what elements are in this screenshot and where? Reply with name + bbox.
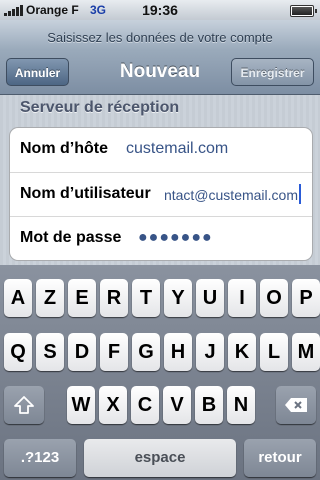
return-key[interactable]: retour (244, 439, 316, 477)
username-field[interactable]: contact@custemail.com (165, 187, 298, 203)
navigation-bar: Saisissez les données de votre compte An… (0, 20, 320, 95)
section-header: Serveur de réception (20, 99, 180, 116)
key-o[interactable]: O (260, 279, 288, 317)
numbers-key[interactable]: .?123 (4, 439, 76, 477)
username-label: Nom d’utilisateur (20, 185, 151, 202)
keyboard: AZERTYUIOP QSDFGHJKLM WXCVBN .?123 espac… (0, 265, 320, 480)
key-z[interactable]: Z (36, 279, 64, 317)
key-k[interactable]: K (228, 333, 256, 371)
delete-icon (285, 398, 307, 413)
key-p[interactable]: P (292, 279, 320, 317)
key-g[interactable]: G (132, 333, 160, 371)
shift-icon (14, 396, 34, 414)
battery-icon (290, 5, 317, 17)
key-q[interactable]: Q (4, 333, 32, 371)
password-label: Mot de passe (20, 229, 122, 246)
password-field[interactable]: ●●●●●●● (138, 229, 258, 247)
key-c[interactable]: C (131, 386, 159, 424)
key-w[interactable]: W (67, 386, 95, 424)
key-v[interactable]: V (163, 386, 191, 424)
key-t[interactable]: T (132, 279, 160, 317)
key-r[interactable]: R (100, 279, 128, 317)
hostname-row[interactable]: Nom d’hôte custemail.com (10, 128, 312, 172)
text-cursor (299, 184, 301, 204)
key-d[interactable]: D (68, 333, 96, 371)
password-row[interactable]: Mot de passe ●●●●●●● (10, 216, 312, 260)
key-h[interactable]: H (164, 333, 192, 371)
clock: 19:36 (142, 2, 178, 18)
hostname-field[interactable]: custemail.com (126, 140, 306, 158)
hostname-label: Nom d’hôte (20, 140, 108, 157)
key-n[interactable]: N (227, 386, 255, 424)
key-u[interactable]: U (196, 279, 224, 317)
space-key[interactable]: espace (84, 439, 236, 477)
key-y[interactable]: Y (164, 279, 192, 317)
delete-key[interactable] (276, 386, 316, 424)
username-value: contact@custemail.com (165, 187, 298, 203)
key-l[interactable]: L (260, 333, 288, 371)
key-f[interactable]: F (100, 333, 128, 371)
form-area: Serveur de réception Nom d’hôte custemai… (0, 95, 320, 265)
key-x[interactable]: X (99, 386, 127, 424)
key-i[interactable]: I (228, 279, 256, 317)
key-s[interactable]: S (36, 333, 64, 371)
username-row[interactable]: Nom d’utilisateur contact@custemail.com (10, 172, 312, 216)
key-m[interactable]: M (292, 333, 320, 371)
key-j[interactable]: J (196, 333, 224, 371)
incoming-server-form: Nom d’hôte custemail.com Nom d’utilisate… (9, 127, 313, 261)
status-bar: Orange F 3G 19:36 (0, 0, 320, 20)
key-e[interactable]: E (68, 279, 96, 317)
shift-key[interactable] (4, 386, 44, 424)
save-button[interactable]: Enregistrer (231, 58, 314, 86)
key-a[interactable]: A (4, 279, 32, 317)
nav-prompt: Saisissez les données de votre compte (47, 30, 273, 45)
key-b[interactable]: B (195, 386, 223, 424)
